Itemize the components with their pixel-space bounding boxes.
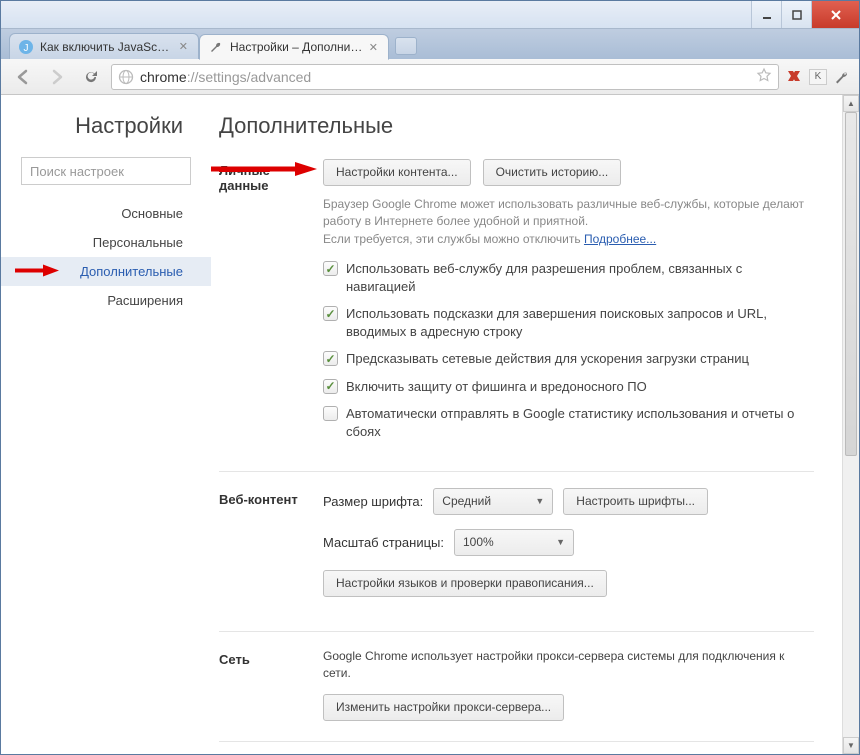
proxy-settings-button[interactable]: Изменить настройки прокси-сервера...: [323, 694, 564, 721]
browser-window: J Как включить JavaScript в ✕ Настройки …: [0, 0, 860, 755]
scroll-thumb[interactable]: [845, 112, 857, 456]
vertical-scrollbar[interactable]: ▲ ▼: [842, 95, 859, 754]
url-text: chrome://settings/advanced: [140, 69, 311, 85]
svg-text:J: J: [24, 43, 29, 54]
checkbox-row[interactable]: Предсказывать сетевые действия для ускор…: [323, 350, 814, 368]
content-settings-button[interactable]: Настройки контента...: [323, 159, 471, 186]
section-label-network: Сеть: [219, 648, 323, 722]
tab-title: Настройки – Дополнитель: [230, 40, 363, 54]
learn-more-link[interactable]: Подробнее...: [584, 232, 656, 246]
checkbox[interactable]: [323, 406, 338, 421]
new-tab-button[interactable]: [395, 37, 417, 55]
tab-close-icon[interactable]: ✕: [179, 40, 188, 53]
language-settings-button[interactable]: Настройки языков и проверки правописания…: [323, 570, 607, 597]
section-translate: Перевести Предлагать перевод страниц, ес…: [219, 741, 814, 754]
scroll-up-button[interactable]: ▲: [843, 95, 859, 112]
nav-item-extensions[interactable]: Расширения: [1, 286, 211, 315]
section-label-webcontent: Веб-контент: [219, 488, 323, 611]
tab-title: Как включить JavaScript в: [40, 40, 173, 54]
privacy-description: Браузер Google Chrome может использовать…: [323, 196, 814, 248]
scroll-down-button[interactable]: ▼: [843, 737, 859, 754]
clear-history-button[interactable]: Очистить историю...: [483, 159, 622, 186]
nav-item-personal[interactable]: Персональные: [1, 228, 211, 257]
address-bar[interactable]: chrome://settings/advanced: [111, 64, 779, 90]
section-label-privacy: Личные данные: [219, 159, 323, 451]
checkbox-row[interactable]: Автоматически отправлять в Google статис…: [323, 405, 814, 440]
tab-close-icon[interactable]: ✕: [369, 41, 378, 54]
back-button[interactable]: [9, 64, 37, 90]
page-title: Дополнительные: [219, 113, 814, 139]
chevron-down-icon: ▼: [556, 537, 565, 547]
font-size-label: Размер шрифта:: [323, 494, 423, 509]
section-webcontent: Веб-контент Размер шрифта: Средний▼ Наст…: [219, 471, 814, 631]
checkbox[interactable]: [323, 379, 338, 394]
network-description: Google Chrome использует настройки прокс…: [323, 648, 814, 683]
section-privacy: Личные данные Настройки контента... Очис…: [219, 159, 814, 471]
tab-strip: J Как включить JavaScript в ✕ Настройки …: [1, 29, 859, 59]
font-size-select[interactable]: Средний▼: [433, 488, 553, 515]
page-zoom-select[interactable]: 100%▼: [454, 529, 574, 556]
sidebar-title: Настройки: [1, 113, 211, 139]
customize-fonts-button[interactable]: Настроить шрифты...: [563, 488, 708, 515]
scroll-track[interactable]: [843, 112, 859, 737]
checkbox-row[interactable]: Использовать подсказки для завершения по…: [323, 305, 814, 340]
bookmark-star-icon[interactable]: [756, 67, 772, 86]
wrench-icon: [208, 39, 224, 55]
nav-item-basic[interactable]: Основные: [1, 199, 211, 228]
chevron-down-icon: ▼: [535, 496, 544, 506]
settings-nav: Основные Персональные Дополнительные Рас…: [1, 199, 211, 315]
checkbox[interactable]: [323, 306, 338, 321]
checkbox-row[interactable]: Включить защиту от фишинга и вредоносног…: [323, 378, 814, 396]
reload-button[interactable]: [77, 64, 105, 90]
red-arrow-icon: [15, 262, 59, 281]
window-maximize-button[interactable]: [781, 1, 811, 28]
favicon-icon: J: [18, 39, 34, 55]
checkbox[interactable]: [323, 351, 338, 366]
content-area: Настройки Поиск настроек Основные Персон…: [1, 95, 859, 754]
browser-toolbar: chrome://settings/advanced K: [1, 59, 859, 95]
window-titlebar: [1, 1, 859, 29]
forward-button[interactable]: [43, 64, 71, 90]
settings-main: Дополнительные Личные данные Настройки к…: [211, 95, 842, 754]
kaspersky-icon[interactable]: [785, 68, 803, 86]
browser-tab[interactable]: J Как включить JavaScript в ✕: [9, 33, 199, 59]
window-close-button[interactable]: [811, 1, 859, 28]
settings-search-input[interactable]: Поиск настроек: [21, 157, 191, 185]
window-minimize-button[interactable]: [751, 1, 781, 28]
globe-icon: [118, 69, 134, 85]
wrench-menu-icon[interactable]: [833, 68, 851, 86]
browser-tab[interactable]: Настройки – Дополнитель ✕: [199, 34, 389, 60]
checkbox[interactable]: [323, 261, 338, 276]
nav-item-advanced[interactable]: Дополнительные: [1, 257, 211, 286]
extension-k-icon[interactable]: K: [809, 69, 827, 85]
section-network: Сеть Google Chrome использует настройки …: [219, 631, 814, 742]
settings-sidebar: Настройки Поиск настроек Основные Персон…: [1, 95, 211, 754]
red-arrow-icon: [211, 161, 317, 180]
checkbox-row[interactable]: Использовать веб-службу для разрешения п…: [323, 260, 814, 295]
page-zoom-label: Масштаб страницы:: [323, 535, 444, 550]
